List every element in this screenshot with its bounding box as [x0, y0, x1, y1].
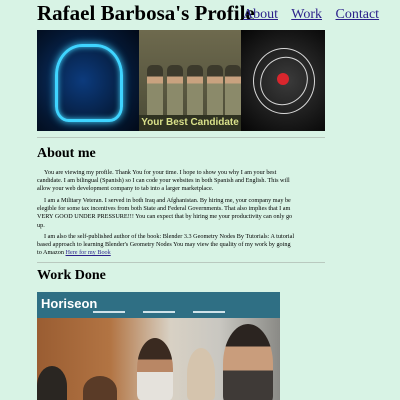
project-nav-item: [143, 311, 175, 313]
project-nav-item: [93, 311, 125, 313]
soldier-figure: [167, 65, 183, 117]
main-nav: About Work Contact: [243, 7, 379, 23]
nav-link-work[interactable]: Work: [291, 7, 322, 22]
project-header-bar: Horiseon: [37, 292, 280, 318]
nav-link-contact[interactable]: Contact: [336, 7, 380, 22]
person-figure: [83, 376, 117, 400]
soldiers-image: Your Best Candidate: [139, 30, 241, 131]
site-header: Rafael Barbosa's Profile About Work Cont…: [37, 0, 397, 28]
person-figure: [137, 338, 173, 400]
nav-link-about[interactable]: About: [243, 7, 278, 22]
atom-image: [241, 30, 325, 131]
project-team-photo: [37, 318, 280, 400]
about-heading: About me: [37, 146, 96, 161]
site-title: Rafael Barbosa's Profile: [37, 1, 255, 25]
project-logo: Horiseon: [41, 296, 98, 311]
profile-page: Rafael Barbosa's Profile About Work Cont…: [0, 0, 400, 400]
soldier-figure: [187, 65, 203, 117]
about-paragraph: I am a Military Veteran. I served in bot…: [37, 197, 293, 229]
hero-banner: Your Best Candidate: [37, 30, 325, 131]
soldier-figure: [207, 65, 223, 117]
soldier-figure: [147, 65, 163, 117]
book-link[interactable]: Here for my Book: [66, 249, 111, 256]
soldier-figure: [225, 65, 241, 117]
work-project-card[interactable]: Horiseon: [37, 292, 280, 400]
section-divider: [37, 137, 325, 138]
neon-figure-image: [37, 30, 139, 131]
work-heading: Work Done: [37, 268, 106, 283]
project-nav-item: [193, 311, 225, 313]
atom-core: [277, 73, 289, 85]
section-divider: [37, 262, 325, 263]
person-figure: [223, 324, 273, 400]
project-nav-links: [93, 311, 273, 316]
person-figure: [37, 366, 67, 400]
banner-caption: Your Best Candidate: [139, 115, 241, 131]
about-paragraph: You are viewing my profile. Thank You fo…: [37, 169, 290, 193]
neon-figure-shape: [55, 44, 123, 122]
about-paragraph: I am also the self-published author of t…: [37, 233, 295, 258]
person-figure: [187, 348, 215, 400]
